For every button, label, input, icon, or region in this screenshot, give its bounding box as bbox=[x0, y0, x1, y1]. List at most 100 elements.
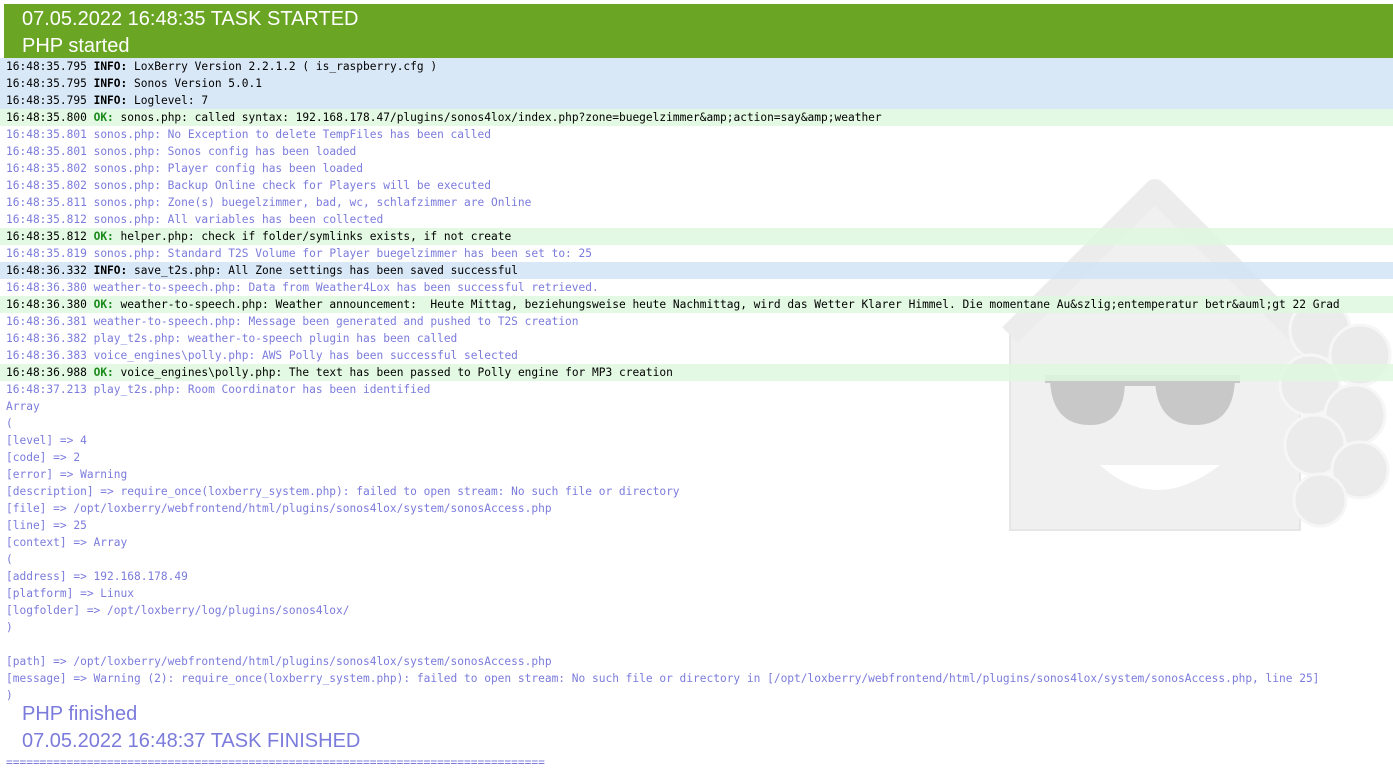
log-line: 16:48:35.795 INFO: Loglevel: 7 bbox=[0, 92, 1393, 109]
php-started-title: PHP started bbox=[22, 35, 130, 57]
log-line: ( bbox=[0, 415, 1393, 432]
log-line: 16:48:35.795 INFO: LoxBerry Version 2.2.… bbox=[0, 58, 1393, 75]
log-line: 16:48:36.383 voice_engines\polly.php: AW… bbox=[0, 347, 1393, 364]
log-level: INFO: bbox=[93, 94, 128, 107]
log-message: ) bbox=[6, 621, 13, 634]
log-line: 16:48:35.802 sonos.php: Player config ha… bbox=[0, 160, 1393, 177]
log-level: INFO: bbox=[93, 77, 128, 90]
log-message: [logfolder] => /opt/loxberry/log/plugins… bbox=[6, 604, 350, 617]
log-message: sonos.php: All variables has been collec… bbox=[93, 213, 384, 226]
log-line: 16:48:35.801 sonos.php: Sonos config has… bbox=[0, 143, 1393, 160]
log-timestamp: 16:48:35.802 bbox=[6, 179, 87, 192]
log-line: ) bbox=[0, 687, 1393, 704]
log-message: [platform] => Linux bbox=[6, 587, 134, 600]
log-line: 16:48:35.801 sonos.php: No Exception to … bbox=[0, 126, 1393, 143]
log-message: [error] => Warning bbox=[6, 468, 128, 481]
log-line: [error] => Warning bbox=[0, 466, 1393, 483]
log-message: sonos.php: Player config has been loaded bbox=[93, 162, 363, 175]
log-line: 16:48:35.812 sonos.php: All variables ha… bbox=[0, 211, 1393, 228]
log-timestamp: 16:48:36.382 bbox=[6, 332, 87, 345]
log-line: 16:48:35.800 OK: sonos.php: called synta… bbox=[0, 109, 1393, 126]
log-timestamp: 16:48:36.383 bbox=[6, 349, 87, 362]
log-timestamp: 16:48:36.381 bbox=[6, 315, 87, 328]
log-message: [file] => /opt/loxberry/webfrontend/html… bbox=[6, 502, 552, 515]
log-message: Array bbox=[6, 400, 40, 413]
log-level: OK: bbox=[93, 366, 114, 379]
log-line: 16:48:36.382 play_t2s.php: weather-to-sp… bbox=[0, 330, 1393, 347]
log-message: sonos.php: Zone(s) buegelzimmer, bad, wc… bbox=[93, 196, 532, 209]
log-timestamp: 16:48:35.795 bbox=[6, 77, 87, 90]
log-timestamp: 16:48:36.988 bbox=[6, 366, 87, 379]
log-message: [level] => 4 bbox=[6, 434, 87, 447]
log-line: [line] => 25 bbox=[0, 517, 1393, 534]
task-started-title: 07.05.2022 16:48:35 TASK STARTED bbox=[22, 8, 359, 30]
log-timestamp: 16:48:35.795 bbox=[6, 60, 87, 73]
php-finished-title: PHP finished bbox=[22, 703, 138, 725]
log-message: [path] => /opt/loxberry/webfrontend/html… bbox=[6, 655, 552, 668]
log-message: sonos.php: called syntax: 192.168.178.47… bbox=[120, 111, 882, 124]
log-line: [message] => Warning (2): require_once(l… bbox=[0, 670, 1393, 687]
log-line: [description] => require_once(loxberry_s… bbox=[0, 483, 1393, 500]
log-timestamp: 16:48:35.802 bbox=[6, 162, 87, 175]
log-line: 16:48:36.381 weather-to-speech.php: Mess… bbox=[0, 313, 1393, 330]
log-message: [message] => Warning (2): require_once(l… bbox=[6, 672, 1320, 685]
log-message: play_t2s.php: weather-to-speech plugin h… bbox=[93, 332, 458, 345]
log-message: Loglevel: 7 bbox=[134, 94, 209, 107]
log-timestamp: 16:48:36.380 bbox=[6, 298, 87, 311]
log-line: 16:48:36.380 OK: weather-to-speech.php: … bbox=[0, 296, 1393, 313]
log-line: 16:48:35.802 sonos.php: Backup Online ch… bbox=[0, 177, 1393, 194]
log-line: ( bbox=[0, 551, 1393, 568]
log-message: helper.php: check if folder/symlinks exi… bbox=[120, 230, 512, 243]
log-message: sonos.php: Standard T2S Volume for Playe… bbox=[93, 247, 593, 260]
task-finished-title: 07.05.2022 16:48:37 TASK FINISHED bbox=[22, 730, 361, 752]
log-level: OK: bbox=[93, 111, 114, 124]
log-line: [path] => /opt/loxberry/webfrontend/html… bbox=[0, 653, 1393, 670]
log-line: [file] => /opt/loxberry/webfrontend/html… bbox=[0, 500, 1393, 517]
log-line: 16:48:35.812 OK: helper.php: check if fo… bbox=[0, 228, 1393, 245]
log-message: Sonos Version 5.0.1 bbox=[134, 77, 262, 90]
log-timestamp: 16:48:35.811 bbox=[6, 196, 87, 209]
log-level: OK: bbox=[93, 230, 114, 243]
log-message: sonos.php: No Exception to delete TempFi… bbox=[93, 128, 491, 141]
log-timestamp: 16:48:36.332 bbox=[6, 264, 87, 277]
log-viewer-page: 07.05.2022 16:48:35 TASK STARTED PHP sta… bbox=[0, 0, 1393, 771]
log-line: [platform] => Linux bbox=[0, 585, 1393, 602]
log-message: ( bbox=[6, 417, 13, 430]
log-line: [address] => 192.168.178.49 bbox=[0, 568, 1393, 585]
log-message: ) bbox=[6, 689, 13, 702]
log-line: 16:48:35.819 sonos.php: Standard T2S Vol… bbox=[0, 245, 1393, 262]
log-message: [description] => require_once(loxberry_s… bbox=[6, 485, 680, 498]
log-message: voice_engines\polly.php: The text has be… bbox=[120, 366, 673, 379]
log-message: [code] => 2 bbox=[6, 451, 81, 464]
log-line: 16:48:35.811 sonos.php: Zone(s) buegelzi… bbox=[0, 194, 1393, 211]
log-timestamp: 16:48:35.812 bbox=[6, 213, 87, 226]
log-lines: 16:48:35.795 INFO: LoxBerry Version 2.2.… bbox=[0, 58, 1393, 704]
log-line: 16:48:35.795 INFO: Sonos Version 5.0.1 bbox=[0, 75, 1393, 92]
task-header: 07.05.2022 16:48:35 TASK STARTED PHP sta… bbox=[4, 4, 1393, 58]
log-message: weather-to-speech.php: Message been gene… bbox=[93, 315, 579, 328]
log-message: LoxBerry Version 2.2.1.2 ( is_raspberry.… bbox=[134, 60, 438, 73]
log-timestamp: 16:48:35.800 bbox=[6, 111, 87, 124]
log-message: weather-to-speech.php: Data from Weather… bbox=[93, 281, 599, 294]
log-line: [code] => 2 bbox=[0, 449, 1393, 466]
log-message: sonos.php: Backup Online check for Playe… bbox=[93, 179, 491, 192]
log-line: [context] => Array bbox=[0, 534, 1393, 551]
log-message: weather-to-speech.php: Weather announcem… bbox=[120, 298, 1340, 311]
log-line: [level] => 4 bbox=[0, 432, 1393, 449]
log-line: ) bbox=[0, 619, 1393, 636]
log-timestamp: 16:48:35.801 bbox=[6, 145, 87, 158]
log-message: sonos.php: Sonos config has been loaded bbox=[93, 145, 357, 158]
log-level: INFO: bbox=[93, 264, 128, 277]
log-timestamp: 16:48:35.801 bbox=[6, 128, 87, 141]
log-timestamp: 16:48:36.380 bbox=[6, 281, 87, 294]
log-message: play_t2s.php: Room Coordinator has been … bbox=[93, 383, 431, 396]
log-line: Array bbox=[0, 398, 1393, 415]
log-line: [logfolder] => /opt/loxberry/log/plugins… bbox=[0, 602, 1393, 619]
log-line: 16:48:36.332 INFO: save_t2s.php: All Zon… bbox=[0, 262, 1393, 279]
log-message: [address] => 192.168.178.49 bbox=[6, 570, 188, 583]
log-line: 16:48:37.213 play_t2s.php: Room Coordina… bbox=[0, 381, 1393, 398]
log-message: ( bbox=[6, 553, 13, 566]
log-timestamp: 16:48:35.819 bbox=[6, 247, 87, 260]
log-timestamp: 16:48:35.795 bbox=[6, 94, 87, 107]
